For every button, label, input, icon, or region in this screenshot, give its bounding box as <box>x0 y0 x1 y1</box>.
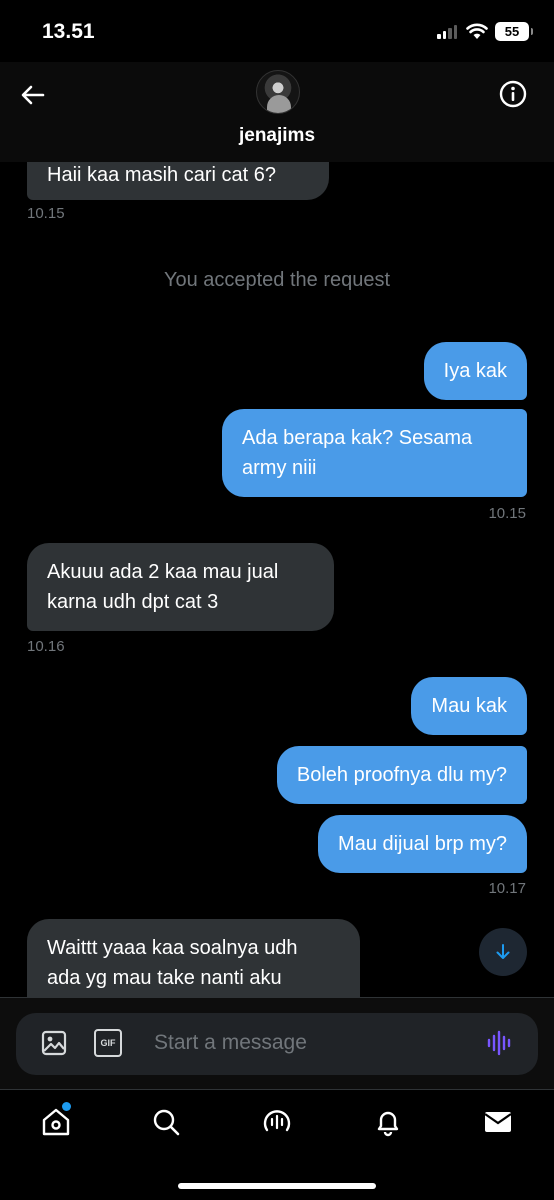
gif-label: GIF <box>100 1038 116 1048</box>
sent-message[interactable]: Boleh proofnya dlu my? <box>276 746 527 804</box>
arrow-down-icon <box>496 944 510 959</box>
message-text: Iya kak <box>443 360 507 382</box>
sent-message[interactable]: Iya kak <box>423 342 527 400</box>
message-timestamp: 10.16 <box>27 638 65 655</box>
search-icon[interactable] <box>150 1106 182 1138</box>
voice-wave-icon[interactable] <box>486 1029 514 1057</box>
battery-icon: 55 <box>495 22 533 41</box>
sent-message[interactable]: Mau dijual brp my? <box>318 815 527 873</box>
home-indicator[interactable] <box>178 1183 376 1189</box>
back-arrow-icon[interactable] <box>18 80 48 110</box>
image-icon[interactable] <box>40 1029 68 1057</box>
cellular-signal-icon <box>437 25 457 39</box>
mail-icon[interactable] <box>482 1106 514 1138</box>
received-message[interactable]: Haii kaa masih cari cat 6? <box>27 162 329 200</box>
message-timestamp: 10.15 <box>488 505 526 522</box>
contact-avatar[interactable] <box>256 70 300 114</box>
message-timestamp: 10.15 <box>27 205 65 222</box>
conversation-header: jenajims <box>0 62 554 162</box>
contact-name[interactable]: jenajims <box>0 125 554 147</box>
message-text: Akuuu ada 2 kaa mau jual <box>47 561 279 583</box>
message-text: Haii kaa masih cari cat 6? <box>47 164 276 186</box>
received-message[interactable]: Waittt yaaa kaa soalnya udh ada yg mau t… <box>27 919 360 997</box>
message-timestamp: 10.17 <box>488 880 526 897</box>
sent-message[interactable]: Mau kak <box>411 677 527 735</box>
scroll-to-bottom-button[interactable] <box>479 928 527 976</box>
message-input[interactable] <box>154 1031 454 1055</box>
sent-message[interactable]: Ada berapa kak? Sesama army niii <box>222 409 527 497</box>
message-text: Mau dijual brp my? <box>338 833 507 855</box>
spaces-icon[interactable] <box>261 1106 293 1138</box>
received-message[interactable]: Akuuu ada 2 kaa mau jual karna udh dpt c… <box>27 543 334 631</box>
message-composer: GIF <box>16 1013 538 1075</box>
message-text: ada yg mau take nanti aku <box>47 967 282 989</box>
bell-icon[interactable] <box>372 1106 404 1138</box>
info-icon[interactable] <box>498 79 528 109</box>
gif-icon[interactable]: GIF <box>94 1029 122 1057</box>
message-text: army niii <box>242 457 317 479</box>
message-text: karna udh dpt cat 3 <box>47 591 219 613</box>
wifi-icon <box>466 23 488 39</box>
status-bar: 13.51 55 <box>0 0 554 62</box>
request-accepted-notice: You accepted the request <box>163 269 391 291</box>
message-text: Mau kak <box>431 695 507 717</box>
composer-bar: GIF <box>0 997 554 1089</box>
message-list[interactable]: Haii kaa masih cari cat 6? 10.15 You acc… <box>0 162 554 997</box>
status-time: 13.51 <box>42 20 95 43</box>
notification-dot <box>62 1102 71 1111</box>
message-text: Boleh proofnya dlu my? <box>296 764 507 786</box>
message-text: Ada berapa kak? Sesama <box>242 427 473 449</box>
message-text: Waittt yaaa kaa soalnya udh <box>47 937 298 959</box>
